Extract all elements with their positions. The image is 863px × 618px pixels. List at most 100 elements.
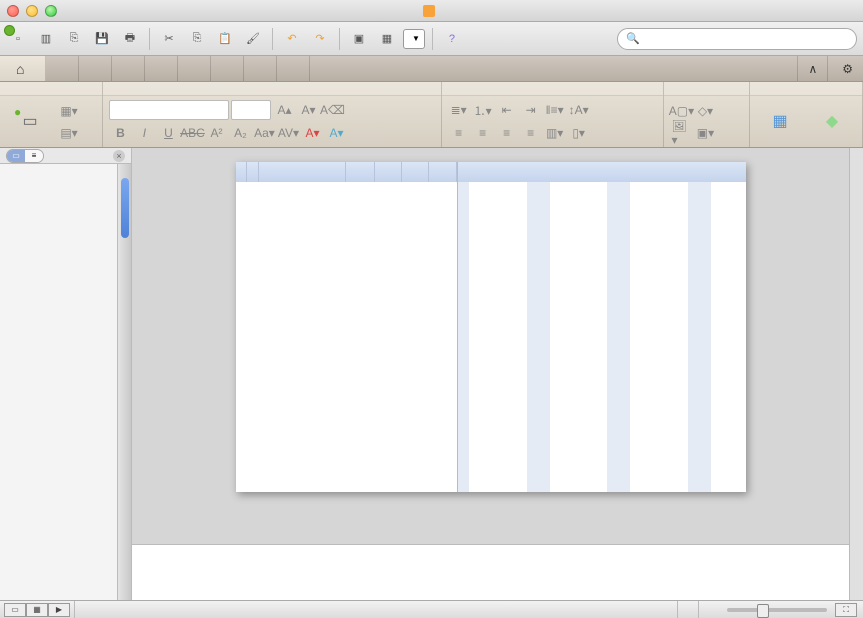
group-label (664, 82, 749, 96)
group-slides: ▭● ▦▾ ▤▾ (0, 82, 103, 147)
slide[interactable] (236, 162, 746, 492)
media-browser-button[interactable]: ▦ (375, 27, 399, 51)
tab-slideshow[interactable] (244, 56, 277, 81)
thumbnails-scrollbar[interactable] (117, 164, 131, 600)
align-text-button[interactable]: ▯▾ (568, 123, 590, 143)
save-as-button[interactable]: ⎘ (62, 27, 86, 51)
clear-formatting-button[interactable]: A⌫ (321, 100, 343, 120)
character-spacing-button[interactable]: AV▾ (277, 123, 299, 143)
increase-indent-button[interactable]: ⇥ (520, 100, 542, 120)
object-button[interactable]: ▣▾ (694, 123, 716, 143)
group-paragraph: ≣▾ ⒈▾ ⇤ ⇥ ‖≡▾ ↕A▾ ≡ ≡ ≡ ≡ ▥▾ ▯▾ (442, 82, 665, 147)
sorter-view-button[interactable]: ▦ (26, 603, 48, 617)
decrease-indent-button[interactable]: ⇤ (496, 100, 518, 120)
justify-button[interactable]: ≡ (520, 123, 542, 143)
search-box[interactable]: 🔍 (617, 28, 857, 50)
arrange-button[interactable]: ▦ (756, 98, 804, 145)
thumbnails-list[interactable] (0, 164, 117, 600)
new-document-button[interactable]: ▫ (6, 27, 30, 51)
toolbox-button[interactable]: ▣ (347, 27, 371, 51)
tab-charts[interactable] (112, 56, 145, 81)
window-controls (7, 5, 57, 17)
layout-button[interactable]: ▦▾ (58, 101, 80, 121)
search-icon: 🔍 (626, 32, 640, 45)
paste-button[interactable]: 📋 (213, 27, 237, 51)
cut-button[interactable]: ✂ (157, 27, 181, 51)
undo-button[interactable]: ↶ (280, 27, 304, 51)
line-spacing-button[interactable]: ‖≡▾ (544, 100, 566, 120)
close-window-button[interactable] (7, 5, 19, 17)
fit-to-window-button[interactable]: ⛶ (835, 603, 857, 617)
align-right-button[interactable]: ≡ (496, 123, 518, 143)
normal-view-button[interactable]: ▭ (4, 603, 26, 617)
thumbnails-view-toggle[interactable]: ▭ ≡ (6, 149, 44, 163)
text-box-button[interactable]: A▢▾ (670, 101, 692, 121)
ribbon-tabs: ∧ ⚙ (0, 56, 863, 82)
tab-animations[interactable] (211, 56, 244, 81)
group-insert: A▢▾ ◇▾ 🖼▾ ▣▾ (664, 82, 750, 147)
strikethrough-button[interactable]: ABC (181, 123, 203, 143)
gantt-header (236, 162, 457, 182)
italic-button[interactable]: I (133, 123, 155, 143)
group-format: ▦ ◆ (750, 82, 863, 147)
grow-font-button[interactable]: A▴ (273, 100, 295, 120)
shapes-button[interactable]: ◇▾ (694, 101, 716, 121)
superscript-button[interactable]: A² (205, 123, 227, 143)
picture-button[interactable]: 🖼▾ (670, 123, 692, 143)
help-button[interactable]: ? (440, 27, 464, 51)
print-button[interactable]: 🖶 (118, 27, 142, 51)
quick-access-toolbar: ▫ ▥ ⎘ 💾 🖶 ✂ ⎘ 📋 🖌 ↶ ↷ ▣ ▦ ▼ ? 🔍 (0, 22, 863, 56)
font-family-input[interactable] (109, 100, 229, 120)
gantt-table (236, 162, 458, 492)
align-center-button[interactable]: ≡ (472, 123, 494, 143)
new-slide-button[interactable]: ▭● (6, 98, 54, 145)
vertical-scrollbar[interactable] (849, 148, 863, 600)
zoom-label (698, 601, 719, 618)
numbering-button[interactable]: ⒈▾ (472, 100, 494, 120)
slideshow-view-button[interactable]: ▶ (48, 603, 70, 617)
subscript-button[interactable]: A₂ (229, 123, 251, 143)
group-label (750, 82, 862, 96)
zoom-slider[interactable] (727, 608, 827, 612)
main-editor (132, 148, 849, 600)
open-button[interactable]: ▥ (34, 27, 58, 51)
underline-button[interactable]: U (157, 123, 179, 143)
change-case-button[interactable]: Aa▾ (253, 123, 275, 143)
outline-view-icon[interactable]: ≡ (25, 150, 43, 162)
text-direction-button[interactable]: ↕A▾ (568, 100, 590, 120)
search-input[interactable] (644, 32, 844, 46)
tab-transitions[interactable] (178, 56, 211, 81)
tab-smartart[interactable] (145, 56, 178, 81)
highlight-button[interactable]: A▾ (325, 123, 347, 143)
status-bar: ▭ ▦ ▶ ⛶ (0, 600, 863, 618)
section-button[interactable]: ▤▾ (58, 123, 80, 143)
tab-review[interactable] (277, 56, 310, 81)
ribbon-collapse-button[interactable]: ∧ (797, 56, 827, 81)
shrink-font-button[interactable]: A▾ (297, 100, 319, 120)
ribbon: ▭● ▦▾ ▤▾ A▴ A▾ A⌫ B I (0, 82, 863, 148)
format-painter-button[interactable]: 🖌 (241, 27, 265, 51)
slide-canvas[interactable] (132, 148, 849, 544)
zoom-window-button[interactable] (45, 5, 57, 17)
tab-tables[interactable] (79, 56, 112, 81)
tab-themes[interactable] (46, 56, 79, 81)
align-left-button[interactable]: ≡ (448, 123, 470, 143)
save-button[interactable]: 💾 (90, 27, 114, 51)
format-sidebar-toggle[interactable]: ⚙ (827, 56, 863, 81)
quick-styles-button[interactable]: ◆ (808, 98, 856, 145)
bold-button[interactable]: B (109, 123, 131, 143)
bullets-button[interactable]: ≣▾ (448, 100, 470, 120)
thumbnails-view-icon[interactable]: ▭ (7, 150, 25, 162)
notes-pane[interactable] (132, 544, 849, 600)
zoom-dropdown[interactable]: ▼ (403, 29, 425, 49)
font-size-input[interactable] (231, 100, 271, 120)
tab-home[interactable] (0, 56, 46, 81)
minimize-window-button[interactable] (26, 5, 38, 17)
view-mode-label (74, 601, 95, 618)
columns-button[interactable]: ▥▾ (544, 123, 566, 143)
thumbnails-header: ▭ ≡ × (0, 148, 131, 164)
copy-button[interactable]: ⎘ (185, 27, 209, 51)
font-color-button[interactable]: A▾ (301, 123, 323, 143)
close-panel-button[interactable]: × (113, 150, 125, 162)
redo-button[interactable]: ↷ (308, 27, 332, 51)
